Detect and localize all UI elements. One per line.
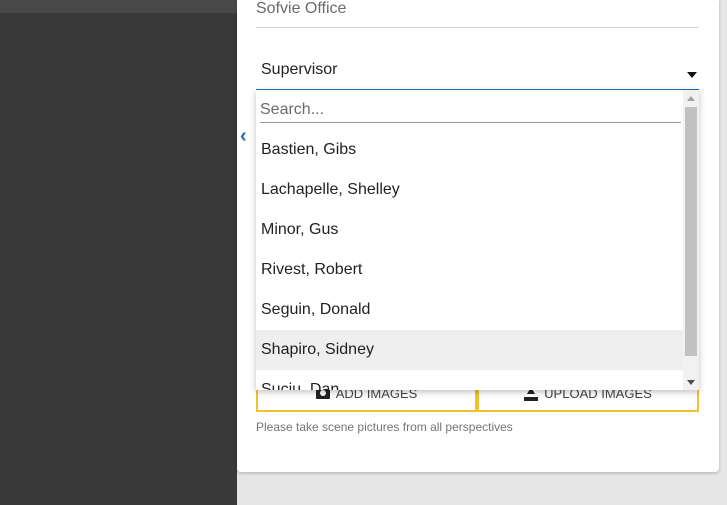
- dropdown-scrollbar[interactable]: [683, 90, 699, 390]
- supervisor-dropdown: Bastien, Gibs Lachapelle, Shelley Minor,…: [256, 90, 699, 390]
- supervisor-select[interactable]: Supervisor: [256, 52, 699, 90]
- dropdown-search: [260, 100, 681, 123]
- dropdown-option[interactable]: Bastien, Gibs: [256, 130, 683, 170]
- office-field-underline: [256, 27, 699, 28]
- caret-down-icon[interactable]: [687, 72, 697, 78]
- chevron-left-icon[interactable]: ‹: [240, 126, 247, 146]
- scene-pictures-hint: Please take scene pictures from all pers…: [256, 420, 513, 434]
- dropdown-option[interactable]: Rivest, Robert: [256, 250, 683, 290]
- search-input[interactable]: [260, 100, 681, 120]
- dropdown-option[interactable]: Suciu, Dan: [256, 370, 683, 390]
- scroll-up-arrow-icon[interactable]: [687, 96, 695, 101]
- office-field-value: Sofvie Office: [256, 0, 347, 17]
- option-list: Bastien, Gibs Lachapelle, Shelley Minor,…: [256, 130, 683, 390]
- top-bar: [0, 0, 237, 13]
- dropdown-option-highlighted[interactable]: Shapiro, Sidney: [256, 330, 683, 370]
- scrollbar-thumb[interactable]: [685, 107, 697, 356]
- scroll-down-arrow-icon[interactable]: [687, 380, 695, 385]
- dropdown-option[interactable]: Minor, Gus: [256, 210, 683, 250]
- dropdown-option[interactable]: Seguin, Donald: [256, 290, 683, 330]
- left-background-panel: [0, 0, 237, 505]
- dropdown-option[interactable]: Lachapelle, Shelley: [256, 170, 683, 210]
- supervisor-select-value: Supervisor: [261, 61, 338, 78]
